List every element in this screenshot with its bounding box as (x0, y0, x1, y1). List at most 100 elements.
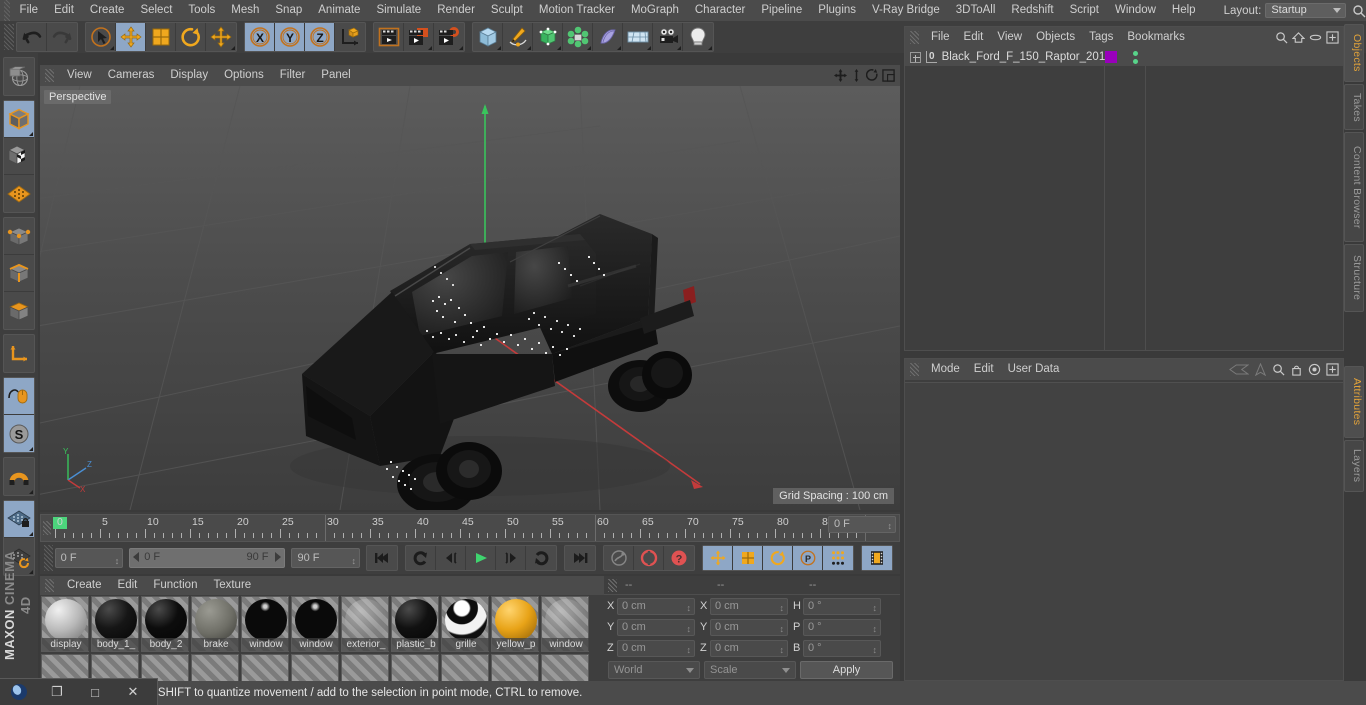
object-name[interactable]: Black_Ford_F_150_Raptor_2017 (942, 51, 1112, 63)
object-tree[interactable]: 0 Black_Ford_F_150_Raptor_2017 (905, 48, 1343, 350)
z-axis-button[interactable]: Z (305, 23, 335, 51)
object-menu-edit[interactable]: Edit (957, 27, 991, 48)
viewport-menu-view[interactable]: View (59, 65, 100, 86)
go-to-start-button[interactable] (367, 546, 397, 570)
material-cell[interactable]: window (241, 596, 289, 652)
start-frame-field[interactable]: 0 F ↕ (55, 548, 124, 568)
app-icon[interactable] (0, 679, 38, 705)
workplane-mode-button[interactable] (4, 175, 34, 212)
perspective-viewport[interactable]: Perspective Grid Spacing : 100 cm Y Z X (40, 86, 900, 510)
material-cell-empty[interactable] (391, 654, 439, 681)
object-mode-button[interactable] (4, 101, 34, 138)
stepper-icon[interactable]: ↕ (780, 643, 785, 658)
attribute-menu-mode[interactable]: Mode (924, 359, 967, 380)
undo-button[interactable] (17, 23, 47, 51)
menu-item-motion-tracker[interactable]: Motion Tracker (531, 0, 623, 21)
material-cell-empty[interactable] (541, 654, 589, 681)
next-frame-button[interactable] (496, 546, 526, 570)
menu-item-window[interactable]: Window (1107, 0, 1164, 21)
viewport-menu-panel[interactable]: Panel (313, 65, 358, 86)
back-nav-icon[interactable] (1229, 363, 1249, 376)
coordinates-grip[interactable] (608, 579, 617, 592)
edges-mode-button[interactable] (4, 255, 34, 292)
add-spline-button[interactable] (503, 23, 533, 51)
y-axis-button[interactable]: Y (275, 23, 305, 51)
viewport-menu-display[interactable]: Display (162, 65, 216, 86)
material-cell[interactable]: yellow_p (491, 596, 539, 652)
stepper-icon[interactable]: ↕ (780, 622, 785, 637)
restore-window-button[interactable]: ❐ (38, 679, 76, 705)
coordinate-mode-select[interactable]: Scale (704, 661, 796, 679)
tab-takes[interactable]: Takes (1344, 84, 1364, 130)
menu-item-snap[interactable]: Snap (267, 0, 310, 21)
world-object-coords-button[interactable] (335, 23, 365, 51)
coordinate-system-select[interactable]: World (608, 661, 700, 679)
dynamic-place-button[interactable] (206, 23, 236, 51)
add-environment-button[interactable] (623, 23, 653, 51)
object-tree-row[interactable]: 0 Black_Ford_F_150_Raptor_2017 (905, 48, 1343, 66)
go-to-end-button[interactable] (565, 546, 595, 570)
material-cell-empty[interactable] (291, 654, 339, 681)
tab-structure[interactable]: Structure (1344, 244, 1364, 312)
render-settings-button[interactable] (434, 23, 464, 51)
stepper-icon[interactable]: ↕ (780, 601, 785, 616)
stepper-icon[interactable]: ↕ (888, 519, 893, 534)
menu-item-tools[interactable]: Tools (180, 0, 223, 21)
menu-item-render[interactable]: Render (429, 0, 483, 21)
add-light-button[interactable] (683, 23, 713, 51)
menu-item-select[interactable]: Select (132, 0, 180, 21)
pan-icon[interactable] (834, 69, 847, 82)
play-forwards-loop-button[interactable] (526, 546, 556, 570)
add-camera-button[interactable] (653, 23, 683, 51)
keyframe-selection-button[interactable]: ? (664, 546, 694, 570)
menu-item-pipeline[interactable]: Pipeline (753, 0, 810, 21)
menu-item-help[interactable]: Help (1164, 0, 1204, 21)
add-cube-button[interactable] (473, 23, 503, 51)
menu-item-script[interactable]: Script (1062, 0, 1107, 21)
stepper-icon[interactable]: ↕ (687, 622, 692, 637)
stepper-icon[interactable]: ↕ (873, 622, 878, 637)
range-left-arrow-icon[interactable] (133, 552, 139, 562)
live-selection-button[interactable] (86, 23, 116, 51)
size-z-field[interactable]: 0 cm↕ (710, 640, 788, 657)
stepper-icon[interactable]: ↕ (115, 552, 120, 570)
material-cell[interactable]: body_1_ (91, 596, 139, 652)
menu-item-edit[interactable]: Edit (46, 0, 82, 21)
search-icon[interactable] (1352, 4, 1366, 18)
material-cell-empty[interactable] (41, 654, 89, 681)
object-menu-file[interactable]: File (924, 27, 957, 48)
menu-item-3dtoall[interactable]: 3DToAll (948, 0, 1004, 21)
material-cell[interactable]: window (291, 596, 339, 652)
position-y-field[interactable]: 0 cm↕ (617, 619, 695, 636)
material-cell-empty[interactable] (241, 654, 289, 681)
rotation-b-field[interactable]: 0 °↕ (803, 640, 881, 657)
scale-button[interactable] (146, 23, 176, 51)
material-cell-empty[interactable] (441, 654, 489, 681)
autokeying-button[interactable] (634, 546, 664, 570)
viewport-menu-cameras[interactable]: Cameras (100, 65, 163, 86)
attribute-menu-edit[interactable]: Edit (967, 359, 1001, 380)
rotation-h-field[interactable]: 0 °↕ (803, 598, 881, 615)
timeline-ruler[interactable]: 051015202530354045505560657075808590 (40, 514, 900, 542)
attribute-menu-user-data[interactable]: User Data (1001, 359, 1067, 380)
material-menu-edit[interactable]: Edit (110, 576, 146, 595)
redo-button[interactable] (47, 23, 77, 51)
material-menu-create[interactable]: Create (59, 576, 110, 595)
material-cell[interactable]: body_2 (141, 596, 189, 652)
size-y-field[interactable]: 0 cm↕ (710, 619, 788, 636)
material-cell-empty[interactable] (191, 654, 239, 681)
apply-button[interactable]: Apply (800, 661, 893, 679)
tab-objects[interactable]: Objects (1344, 24, 1364, 82)
lock-workplane-button[interactable] (4, 501, 34, 538)
preview-range-slider[interactable]: 0 F 90 F (129, 548, 285, 568)
viewport-menu-grip[interactable] (45, 69, 54, 82)
object-menu-grip[interactable] (910, 31, 919, 44)
tab-layers[interactable]: Layers (1344, 440, 1364, 492)
ellipse-icon[interactable] (1309, 31, 1322, 44)
layout-select[interactable]: Startup (1265, 3, 1346, 18)
rotate-button[interactable] (176, 23, 206, 51)
viewport-solo-button[interactable] (4, 378, 34, 415)
menu-item-vray-bridge[interactable]: V-Ray Bridge (864, 0, 948, 21)
play-backwards-button[interactable] (406, 546, 436, 570)
transport-grip[interactable] (44, 545, 53, 571)
